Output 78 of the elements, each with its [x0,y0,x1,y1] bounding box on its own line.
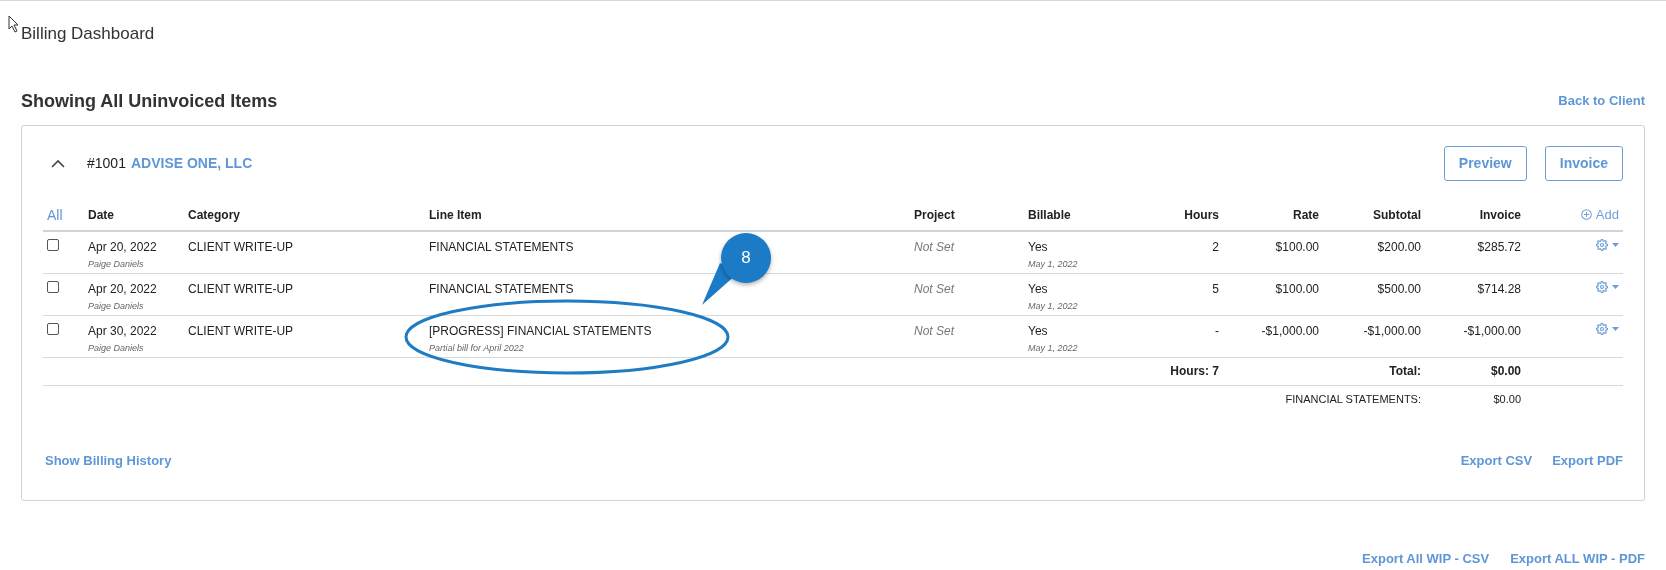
project-cell: Not Set [914,281,955,296]
gear-icon [1596,239,1608,251]
billable-cell-text: Yes [1028,322,1049,340]
user-name: Paige Daniels [88,341,145,355]
rate-cell: $100.00 [1275,240,1319,254]
caret-icon [1612,284,1619,289]
column-header: Line Item [429,208,482,222]
category-cell: CLIENT WRITE-UP [188,281,294,296]
invoice-cell: -$1,000.00 [1463,323,1521,338]
row-actions-button[interactable] [1596,239,1619,251]
row-checkbox[interactable] [47,280,59,293]
column-header: Invoice [1479,208,1521,222]
billable-date: May 1, 2022 [1028,341,1079,355]
billing-history-link[interactable]: Show Billing History [45,451,172,471]
rate-cell: $100.00 [1275,281,1319,296]
hours-cell: - [1215,323,1219,338]
chevron-up-icon[interactable] [51,158,65,168]
line-item-cell-text: FINANCIAL STATEMENTS [429,239,575,256]
annotation-badge: 8 [721,233,771,283]
summary-label: FINANCIAL STATEMENTS: [1285,393,1421,405]
preview-button[interactable]: Preview [1443,145,1527,181]
project-cell: Not Set [914,240,955,254]
select-all-link[interactable]: All [47,206,63,223]
section-heading: Showing All Uninvoiced Items [21,89,278,113]
export-link[interactable]: Export CSV [1460,451,1533,471]
rate-cell: -$1,000.00 [1261,323,1319,338]
column-header: Rate [1293,208,1319,222]
column-header: Hours [1184,208,1219,222]
invoice-cell: $285.72 [1477,240,1521,254]
user-name: Paige Daniels [88,299,145,313]
column-header: Billable [1028,208,1071,222]
caret-icon [1612,243,1619,247]
date-cell-text: Apr 30, 2022 [88,322,158,340]
hours-cell: 5 [1212,281,1219,296]
billable-date: May 1, 2022 [1028,299,1079,313]
category-cell: CLIENT WRITE-UP [188,323,294,338]
page-title: Billing Dashboard [21,24,155,43]
caret-icon [1612,326,1619,331]
hours-total: Hours: 7 [1170,364,1219,378]
column-header: Subtotal [1373,208,1421,222]
billable-cell-text: Yes [1028,239,1049,256]
subtotal-cell: -$1,000.00 [1363,323,1421,338]
total-value: $0.00 [1490,364,1521,378]
line-item-note: Partial bill for April 2022 [429,341,525,355]
total-label: Total: [1389,364,1421,378]
column-header: Category [188,208,240,222]
summary-value: $0.00 [1493,393,1521,405]
row-actions-button[interactable] [1596,322,1619,335]
client-number: #1001 [87,153,126,173]
back-link[interactable]: Back to Client [1558,91,1645,111]
line-item-cell-text: FINANCIAL STATEMENTS [429,280,575,298]
invoice-cell: $714.28 [1477,281,1521,296]
export-wip-link[interactable]: Export ALL WIP - PDF [1510,549,1645,569]
project-cell: Not Set [914,323,955,338]
category-cell: CLIENT WRITE-UP [188,240,294,254]
user-name: Paige Daniels [88,258,145,271]
row-actions-button[interactable] [1596,280,1619,293]
hours-cell: 2 [1212,240,1219,254]
cursor-icon [8,15,20,33]
gear-icon [1596,280,1608,293]
plus-circle-icon [1580,209,1592,221]
billable-date: May 1, 2022 [1028,258,1079,271]
row-checkbox[interactable] [47,239,59,251]
billable-cell-text: Yes [1028,280,1049,298]
row-checkbox[interactable] [47,322,59,335]
date-cell-text: Apr 20, 2022 [88,239,158,256]
export-link[interactable]: Export PDF [1552,451,1623,471]
column-header: Project [914,208,955,222]
invoice-button[interactable]: Invoice [1544,145,1623,181]
add-button[interactable]: Add [1580,204,1619,225]
subtotal-cell: $500.00 [1377,281,1421,296]
line-item-cell-text: [PROGRESS] FINANCIAL STATEMENTS [429,322,653,340]
date-cell-text: Apr 20, 2022 [88,280,158,298]
subtotal-cell: $200.00 [1377,240,1421,254]
gear-icon [1596,322,1608,335]
client-link[interactable]: ADVISE ONE, LLC [130,152,253,174]
export-wip-link[interactable]: Export All WIP - CSV [1362,549,1490,569]
column-header: Date [88,208,114,222]
